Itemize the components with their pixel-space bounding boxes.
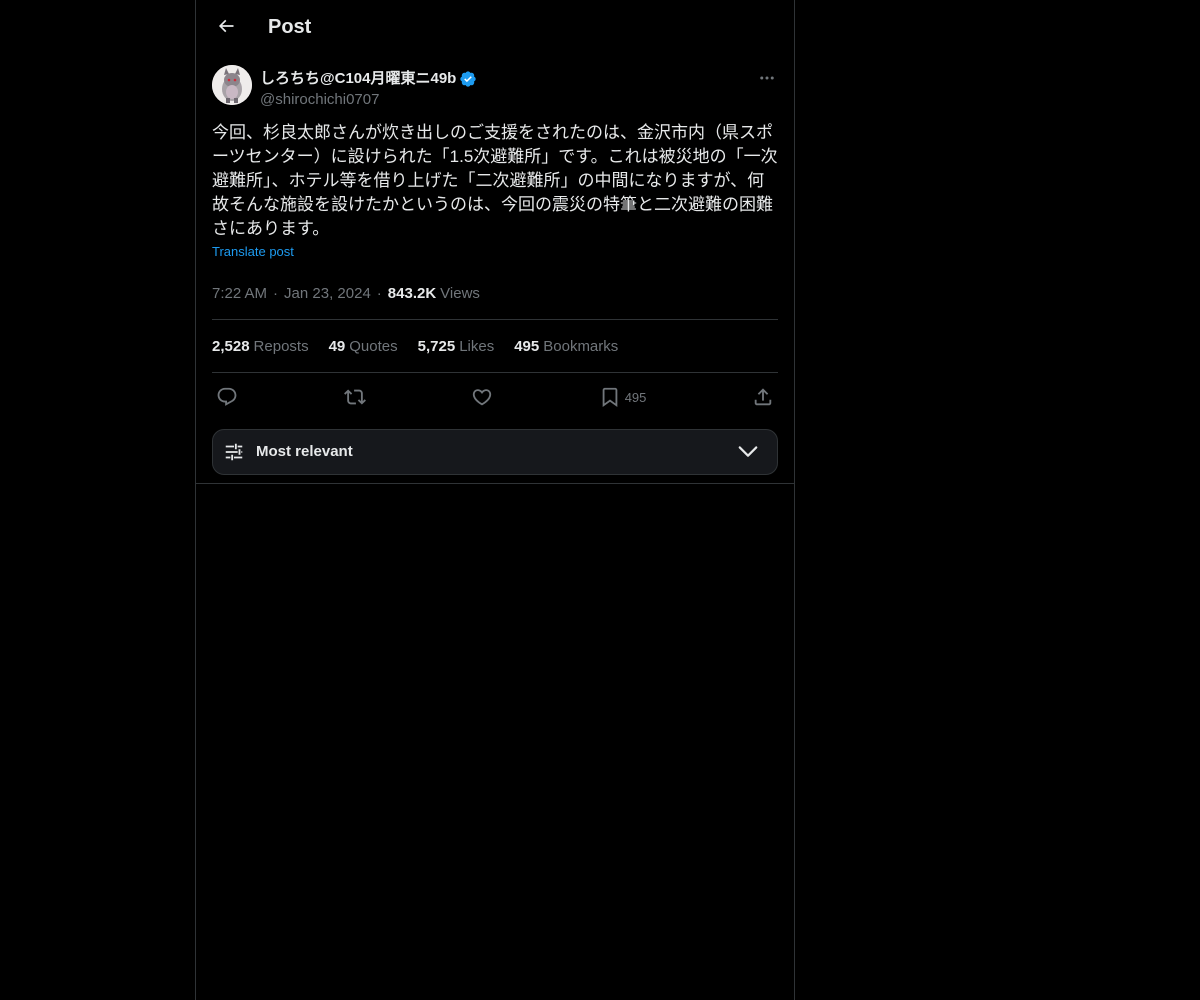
page-title: Post <box>268 16 312 38</box>
sliders-icon <box>225 443 243 461</box>
stat-reposts[interactable]: 2,528 Reposts <box>212 338 309 355</box>
stat-label: Reposts <box>253 337 309 355</box>
avatar-image <box>212 65 252 105</box>
post-time[interactable]: 7:22 AM <box>212 284 267 304</box>
bookmark-icon <box>602 387 618 408</box>
reply-sort-dropdown[interactable]: Most relevant <box>212 429 778 475</box>
author-name[interactable]: しろちち@C104月曜東ニ49b <box>260 69 477 89</box>
more-options-button[interactable] <box>756 67 778 89</box>
views-count: 843.2K <box>387 285 437 302</box>
stat-label: Bookmarks <box>543 337 619 355</box>
separator-dot: · <box>376 285 382 302</box>
verified-badge-icon[interactable] <box>459 70 477 88</box>
post-text: 今回、杉良太郎さんが炊き出しのご支援をされたのは、金沢市内（県スポーツセンター）… <box>212 123 778 238</box>
stat-count: 49 <box>328 337 346 355</box>
post-meta: 7:22 AM · Jan 23, 2024 · 843.2K Views <box>212 277 778 320</box>
share-button[interactable] <box>752 386 774 408</box>
bookmark-button[interactable]: 495 <box>599 386 647 408</box>
stat-count: 5,725 <box>417 337 456 355</box>
separator-dot: · <box>273 285 279 302</box>
stat-bookmarks[interactable]: 495 Bookmarks <box>514 338 618 355</box>
chevron-down-icon <box>738 446 758 457</box>
reply-button[interactable] <box>216 386 238 408</box>
section-divider <box>196 483 794 484</box>
arrow-left-icon <box>218 19 234 33</box>
more-dots-icon <box>760 76 774 80</box>
views-label: Views <box>440 285 480 302</box>
post-date[interactable]: Jan 23, 2024 <box>284 284 371 304</box>
reply-icon <box>217 387 237 406</box>
post-stats: 2,528 Reposts 49 Quotes 5,725 Likes 495 Book… <box>212 320 778 373</box>
action-bar: 495 <box>212 373 778 421</box>
stat-count: 495 <box>514 337 540 355</box>
main-column: Post しろちち@C104月曜東ニ49b @shirochichi0707 今… <box>195 0 795 1000</box>
author-handle[interactable]: @shirochichi0707 <box>260 90 379 110</box>
bookmark-count: 495 <box>624 389 647 405</box>
like-button[interactable] <box>471 386 493 408</box>
share-icon <box>754 388 772 406</box>
avatar[interactable] <box>212 65 252 105</box>
stat-count: 2,528 <box>212 337 250 355</box>
page-header: Post <box>196 0 794 53</box>
repost-icon <box>343 389 366 405</box>
display-name: しろちち@C104月曜東ニ49b <box>260 70 457 87</box>
translate-post-link[interactable]: Translate post <box>212 243 294 261</box>
repost-button[interactable] <box>343 386 366 408</box>
stat-likes[interactable]: 5,725 Likes <box>418 338 495 355</box>
author-row: しろちち@C104月曜東ニ49b @shirochichi0707 <box>212 65 778 113</box>
stat-quotes[interactable]: 49 Quotes <box>329 338 398 355</box>
sort-label: Most relevant <box>256 443 353 460</box>
stat-label: Quotes <box>349 337 398 355</box>
post: しろちち@C104月曜東ニ49b @shirochichi0707 今回、杉良太… <box>196 65 794 484</box>
stat-label: Likes <box>459 337 495 355</box>
heart-icon <box>472 389 492 406</box>
back-button[interactable] <box>208 8 244 44</box>
